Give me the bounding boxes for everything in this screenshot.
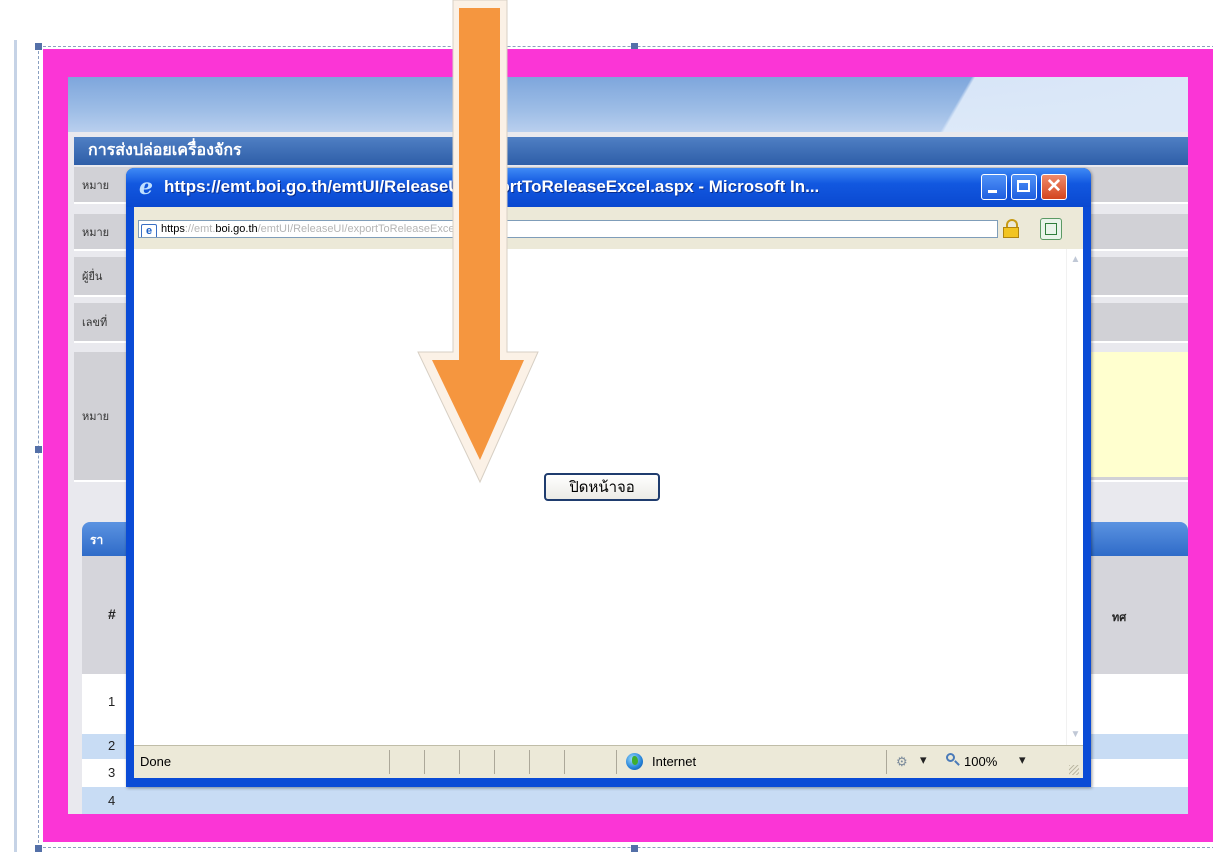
lock-icon[interactable] (1002, 219, 1022, 239)
row-number: 4 (108, 793, 116, 808)
maximize-button[interactable] (1011, 174, 1037, 200)
status-divider (564, 750, 565, 774)
vertical-scrollbar[interactable]: ▲ ▼ (1066, 249, 1083, 745)
form-row-label: หมาย (82, 226, 110, 239)
url-path: /emtUI/ReleaseUI/exportToReleaseExcel.as… (257, 223, 484, 235)
form-row-label: หมาย (82, 411, 110, 423)
form-row-label: ผู้ยื่น (82, 271, 103, 283)
status-divider (424, 750, 425, 774)
scroll-up-icon[interactable]: ▲ (1067, 251, 1084, 268)
maximize-icon (1017, 180, 1030, 192)
title-bar[interactable]: e https://emt.boi.go.th/emtUI/ReleaseUI/… (126, 168, 1091, 207)
close-icon: ✕ (1046, 176, 1062, 197)
row-number: 3 (108, 765, 116, 780)
close-screen-button[interactable]: ปิดหน้าจอ (544, 473, 660, 501)
status-divider (529, 750, 530, 774)
header-number: # (108, 606, 116, 622)
resize-handle-top-left[interactable] (35, 43, 42, 50)
tab-label: รา (90, 533, 104, 547)
ie-popup-window: e https://emt.boi.go.th/emtUI/ReleaseUI/… (126, 168, 1091, 787)
status-divider (886, 750, 887, 774)
protected-mode-icon[interactable]: ⚙ (896, 754, 912, 770)
ie-logo-icon: e (139, 174, 153, 200)
url-separator: ://emt. (184, 223, 216, 235)
status-divider (459, 750, 460, 774)
compatibility-view-icon[interactable] (1040, 218, 1062, 240)
minimize-button[interactable] (981, 174, 1007, 200)
status-divider (389, 750, 390, 774)
address-bar: e https://emt.boi.go.th/emtUI/ReleaseUI/e… (134, 207, 1083, 249)
resize-handle-bottom-left[interactable] (35, 845, 42, 852)
url-domain: boi.go.th (215, 223, 258, 235)
globe-icon (626, 753, 643, 770)
status-divider (494, 750, 495, 774)
zoom-icon[interactable] (946, 753, 960, 767)
resize-handle-bottom-middle[interactable] (631, 845, 638, 852)
form-row-label: เลขที่ (82, 317, 108, 329)
resize-grip-icon[interactable] (1069, 765, 1079, 775)
scroll-down-icon[interactable]: ▼ (1067, 726, 1084, 743)
page-icon: e (141, 224, 157, 237)
status-bar: Done Internet ⚙ ▾ 100% ▾ (134, 745, 1083, 778)
left-margin-line (14, 40, 17, 852)
zoom-level[interactable]: 100% (964, 754, 997, 769)
resize-handle-middle-left[interactable] (35, 446, 42, 453)
zoom-dropdown-icon[interactable]: ▾ (1019, 752, 1026, 768)
status-text: Done (140, 754, 172, 769)
table-row[interactable]: 4 (82, 787, 1188, 814)
minimize-icon (988, 190, 997, 193)
section-title: การส่งปล่อยเครื่องจักร (74, 137, 1188, 165)
row-number: 1 (108, 694, 116, 709)
close-window-button[interactable]: ✕ (1041, 174, 1067, 200)
protected-mode-dropdown-icon[interactable]: ▾ (920, 752, 927, 768)
status-divider (616, 750, 617, 774)
security-zone-label: Internet (652, 754, 697, 769)
header-partial-label: ทศ (1112, 612, 1127, 624)
form-row-label: หมาย (82, 179, 110, 192)
url-scheme: https (161, 223, 185, 235)
page-content: ปิดหน้าจอ ▲ ▼ (134, 249, 1083, 745)
window-title: https://emt.boi.go.th/emtUI/ReleaseUI/ex… (164, 177, 820, 196)
page-banner (68, 77, 1188, 132)
row-number: 2 (108, 738, 116, 753)
address-field[interactable]: e https://emt.boi.go.th/emtUI/ReleaseUI/e… (138, 220, 998, 238)
